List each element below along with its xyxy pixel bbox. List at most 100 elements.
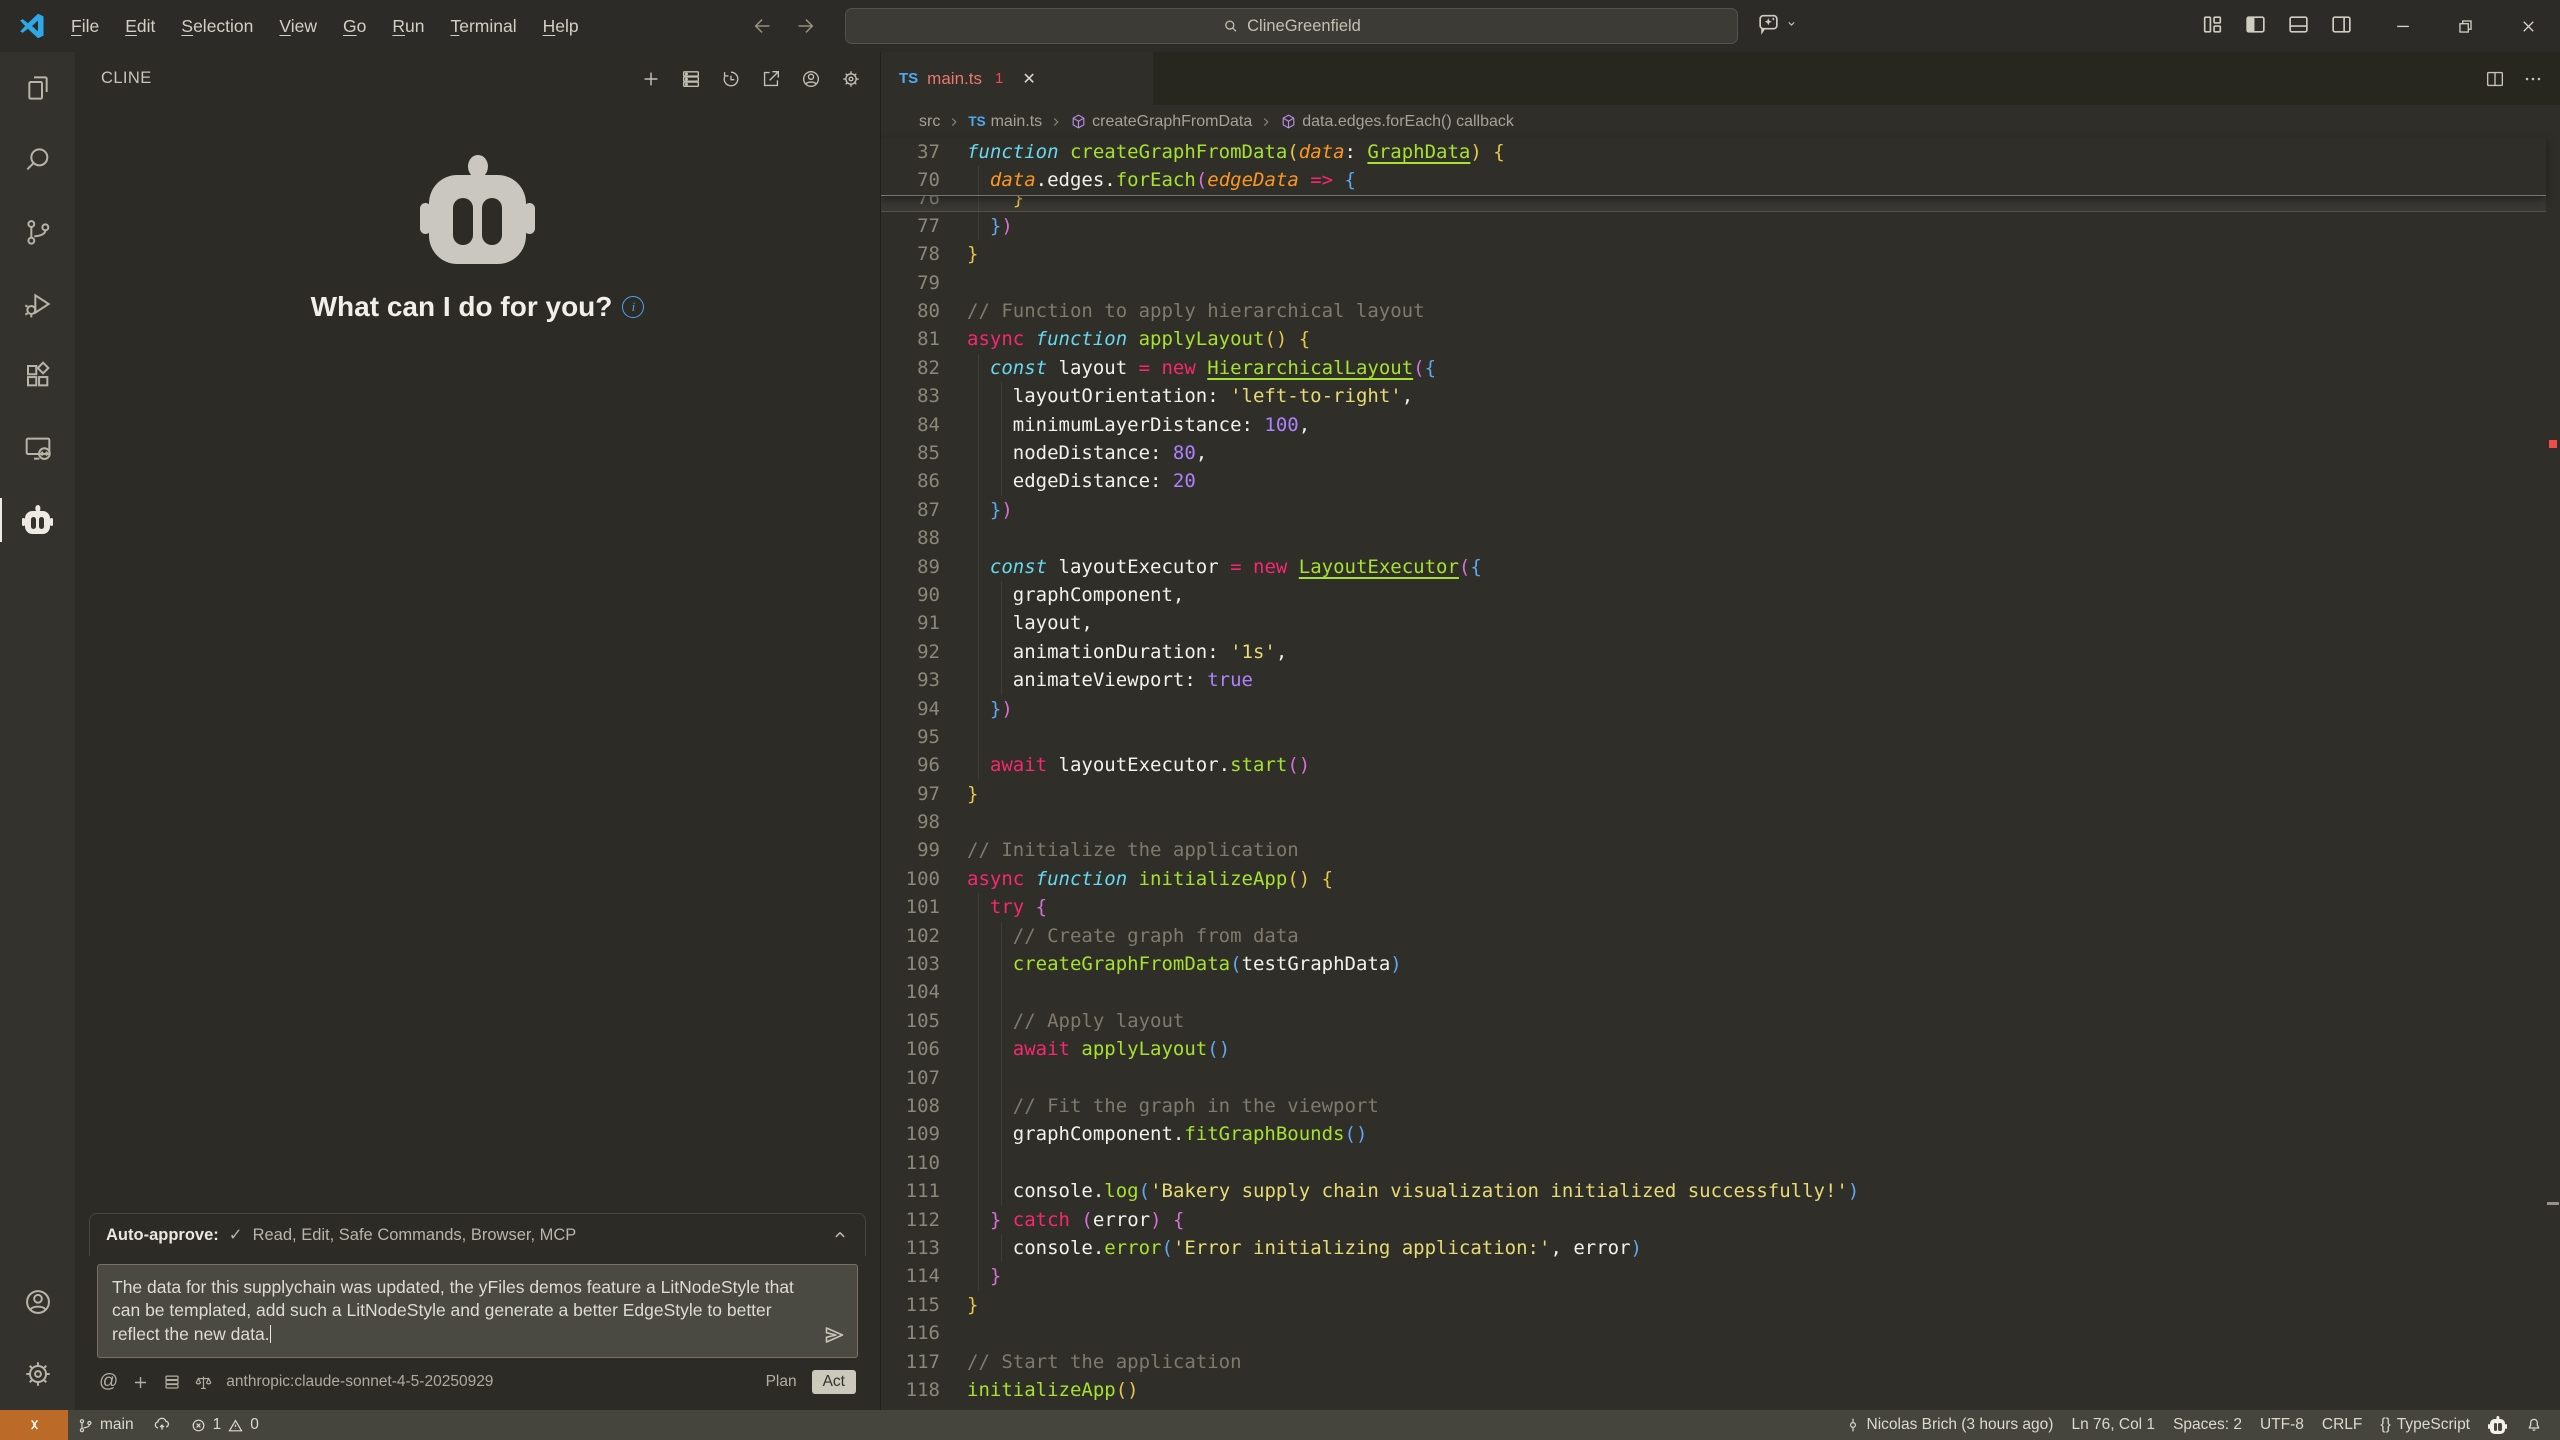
auto-approve-bar[interactable]: Auto-approve: ✓ Read, Edit, Safe Command…	[89, 1213, 866, 1256]
git-blame-status[interactable]: Nicolas Brich (3 hours ago)	[1836, 1410, 2063, 1440]
code-line: 70 data.edges.forEach(edgeData => {	[881, 166, 2546, 194]
send-icon[interactable]	[822, 1323, 846, 1347]
workspace-name: ClineGreenfield	[1247, 17, 1361, 36]
navigate-forward-icon[interactable]	[794, 15, 816, 37]
mcp-servers-icon[interactable]	[675, 63, 706, 94]
encoding[interactable]: UTF-8	[2251, 1410, 2313, 1440]
line-number: 113	[881, 1234, 967, 1262]
code-line: 103 createGraphFromData(testGraphData)	[881, 950, 2546, 978]
more-actions-icon[interactable]	[2522, 68, 2544, 90]
menu-selection[interactable]: Selection	[168, 11, 266, 42]
info-icon[interactable]: i	[622, 296, 644, 318]
minimize-button[interactable]	[2371, 0, 2434, 52]
sidebar-item-search[interactable]	[0, 124, 75, 196]
problems-status[interactable]: 1 0	[181, 1410, 268, 1440]
new-task-icon[interactable]	[635, 63, 666, 94]
line-number: 83	[881, 382, 967, 410]
cloud-upload-icon	[152, 1415, 172, 1435]
gear-icon[interactable]	[835, 63, 866, 94]
menu-edit[interactable]: Edit	[112, 11, 168, 42]
navigate-back-icon[interactable]	[752, 15, 774, 37]
line-number: 82	[881, 354, 967, 382]
line-number: 106	[881, 1035, 967, 1063]
breadcrumb-symbol-function[interactable]: createGraphFromData	[1070, 113, 1252, 131]
code-line: 92 animationDuration: '1s',	[881, 638, 2546, 666]
account-icon[interactable]	[795, 63, 826, 94]
customize-layout-icon[interactable]	[2200, 12, 2225, 37]
menu-view[interactable]: View	[266, 11, 330, 42]
close-tab-icon[interactable]: ✕	[1022, 69, 1035, 89]
commit-icon	[1845, 1417, 1861, 1433]
split-editor-icon[interactable]	[2484, 68, 2506, 90]
line-number: 108	[881, 1092, 967, 1120]
menu-terminal[interactable]: Terminal	[438, 11, 530, 42]
code-line: 111 console.log('Bakery supply chain vis…	[881, 1177, 2546, 1205]
breadcrumb-symbol-callback[interactable]: data.edges.forEach() callback	[1280, 113, 1514, 131]
command-center-search[interactable]: ClineGreenfield	[845, 8, 1738, 44]
code-line: 104	[881, 978, 2546, 1006]
line-number: 80	[881, 297, 967, 325]
breadcrumb-file[interactable]: TSmain.ts	[968, 113, 1042, 131]
restore-button[interactable]	[2434, 0, 2497, 52]
toggle-panel-icon[interactable]	[2286, 12, 2311, 37]
code-line-content: // Start the application	[967, 1348, 2546, 1376]
chat-input[interactable]: The data for this supplychain was update…	[97, 1264, 858, 1358]
branch-status[interactable]: main	[68, 1410, 143, 1440]
code-lines[interactable]: 76 }77 })78}7980// Function to apply hie…	[881, 184, 2546, 1405]
sticky-scroll[interactable]: 37function createGraphFromData(data: Gra…	[881, 138, 2546, 196]
symbol-cube-icon	[1280, 113, 1297, 130]
menu-file[interactable]: File	[58, 11, 112, 42]
line-number: 99	[881, 836, 967, 864]
sidebar-item-extensions[interactable]	[0, 340, 75, 412]
mcp-icon[interactable]	[163, 1373, 181, 1391]
code-line-content	[967, 1319, 2546, 1347]
close-window-button[interactable]	[2497, 0, 2560, 52]
toggle-primary-sidebar-icon[interactable]	[2243, 12, 2268, 37]
remote-indicator[interactable]	[0, 1410, 68, 1440]
breadcrumb-src[interactable]: src	[919, 113, 940, 131]
menu-run[interactable]: Run	[379, 11, 437, 42]
tab-main-ts[interactable]: TS main.ts 1 ✕	[881, 52, 1153, 105]
code-line: 86 edgeDistance: 20	[881, 467, 2546, 495]
code-line-content: // Initialize the application	[967, 836, 2546, 864]
cline-status[interactable]	[2479, 1410, 2516, 1440]
sidebar-item-cline[interactable]	[0, 484, 75, 556]
sidebar-item-remote-explorer[interactable]	[0, 412, 75, 484]
sync-status[interactable]	[143, 1410, 181, 1440]
copilot-menu[interactable]	[1756, 11, 1798, 36]
open-in-new-window-icon[interactable]	[755, 63, 786, 94]
check-icon: ✓	[229, 1225, 243, 1245]
line-number: 100	[881, 865, 967, 893]
error-marker	[2549, 440, 2557, 448]
settings-button[interactable]	[0, 1338, 75, 1410]
menu-go[interactable]: Go	[330, 11, 379, 42]
cursor-position[interactable]: Ln 76, Col 1	[2062, 1410, 2164, 1440]
chevron-up-icon[interactable]	[831, 1226, 849, 1244]
line-number: 94	[881, 695, 967, 723]
mode-act-toggle[interactable]: Act	[812, 1370, 856, 1394]
sidebar-spacer	[75, 323, 880, 1213]
overview-ruler[interactable]	[2546, 52, 2560, 1410]
sidebar-item-explorer[interactable]	[0, 52, 75, 124]
menu-help[interactable]: Help	[530, 11, 592, 42]
mode-plan-toggle[interactable]: Plan	[766, 1373, 797, 1391]
line-number: 77	[881, 212, 967, 240]
cline-panel-header: CLINE	[75, 52, 880, 105]
language-mode[interactable]: {} TypeScript	[2371, 1410, 2479, 1440]
indentation[interactable]: Spaces: 2	[2164, 1410, 2251, 1440]
line-number: 116	[881, 1319, 967, 1347]
eol-sequence[interactable]: CRLF	[2313, 1410, 2371, 1440]
sidebar-item-run-debug[interactable]	[0, 268, 75, 340]
code-line: 81async function applyLayout() {	[881, 325, 2546, 353]
rules-icon[interactable]	[194, 1373, 213, 1392]
notifications[interactable]	[2516, 1410, 2552, 1440]
history-icon[interactable]	[715, 63, 746, 94]
code-line: 94 })	[881, 695, 2546, 723]
panel-title: CLINE	[101, 69, 152, 88]
add-icon[interactable]	[131, 1373, 150, 1392]
accounts-button[interactable]	[0, 1266, 75, 1338]
mention-icon[interactable]: @	[99, 1371, 118, 1393]
sidebar-item-source-control[interactable]	[0, 196, 75, 268]
toggle-secondary-sidebar-icon[interactable]	[2329, 12, 2354, 37]
model-selector[interactable]: anthropic:claude-sonnet-4-5-20250929	[226, 1373, 752, 1391]
